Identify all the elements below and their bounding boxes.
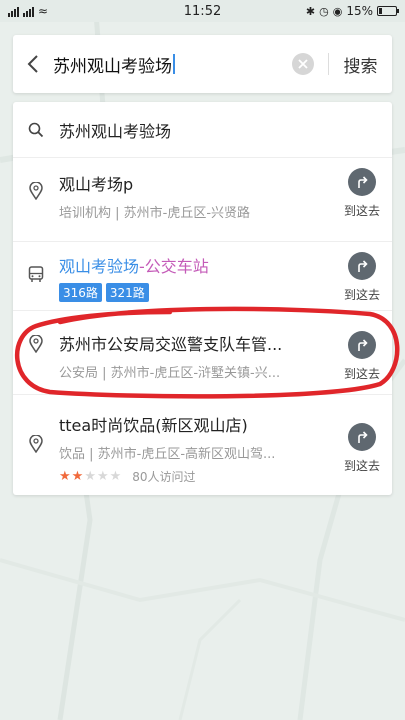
star-empty-icon: ★ — [96, 469, 109, 484]
location-pin-icon — [13, 395, 59, 495]
result-title: 观山考验场-公交车站 — [59, 253, 332, 277]
back-button[interactable] — [13, 35, 53, 93]
wifi-icon: ≈ — [38, 4, 49, 18]
signal-icon-2 — [23, 6, 34, 17]
go-here-label: 到这去 — [343, 288, 380, 302]
text-caret — [173, 54, 175, 74]
bus-stop-type: -公交车站 — [139, 257, 209, 276]
clear-button[interactable] — [292, 53, 314, 75]
navigate-icon — [348, 331, 376, 359]
status-right: ✱ ◷ ◉ 15% — [257, 4, 399, 18]
result-subtitle: 培训机构 | 苏州市-虎丘区-兴贤路 — [59, 206, 251, 221]
result-item[interactable]: 苏州市公安局交巡警支队车管... 公安局 | 苏州市-虎丘区-浒墅关镇-兴...… — [13, 311, 392, 395]
results-panel: 苏州观山考验场 观山考场p 培训机构 | 苏州市-虎丘区-兴贤路 到这去 观山考… — [13, 102, 392, 495]
status-bar: ≈ 11:52 ✱ ◷ ◉ 15% — [0, 0, 405, 22]
result-subtitle: 公安局 | 苏州市-虎丘区-浒墅关镇-兴... — [59, 366, 281, 381]
go-here-label: 到这去 — [343, 459, 380, 473]
navigate-icon — [348, 423, 376, 451]
result-item[interactable]: 观山考验场-公交车站 316路 321路 到这去 — [13, 242, 392, 311]
bus-stop-name: 观山考验场 — [59, 257, 140, 276]
result-subtitle: 饮品 | 苏州市-虎丘区-高新区观山驾... — [59, 447, 276, 462]
search-bar: 苏州观山考验场 搜索 — [13, 35, 392, 93]
result-title: 苏州市公安局交巡警支队车管... — [59, 335, 283, 354]
alarm-icon: ◷ — [319, 4, 329, 18]
go-here-button[interactable]: 到这去 — [332, 311, 392, 394]
location-pin-icon — [13, 158, 59, 241]
suggestion-row[interactable]: 苏州观山考验场 — [13, 102, 392, 158]
bus-lines: 316路 321路 — [59, 283, 332, 302]
battery-icon — [377, 6, 399, 16]
navigate-icon — [348, 252, 376, 280]
bus-line-tag[interactable]: 321路 — [105, 283, 149, 302]
star-filled-icon: ★ — [59, 469, 71, 484]
go-here-button[interactable]: 到这去 — [332, 158, 392, 241]
search-button[interactable]: 搜索 — [329, 52, 392, 77]
visit-count: 80人访问过 — [132, 470, 196, 484]
star-filled-icon: ★ — [71, 469, 84, 484]
search-icon — [13, 122, 59, 138]
search-query: 苏州观山考验场 — [53, 56, 172, 77]
status-time: 11:52 — [183, 3, 222, 19]
go-here-label: 到这去 — [343, 367, 380, 381]
rating-stars: ★★★★★ — [59, 469, 122, 484]
rating: ★★★★★ 80人访问过 — [59, 468, 332, 485]
star-empty-icon: ★ — [84, 469, 96, 484]
go-here-button[interactable]: 到这去 — [332, 242, 392, 310]
location-pin-icon — [13, 311, 59, 394]
bus-icon — [13, 242, 59, 310]
status-left: ≈ — [8, 4, 148, 18]
result-item[interactable]: ttea时尚饮品(新区观山店) 饮品 | 苏州市-虎丘区-高新区观山驾... ★… — [13, 395, 392, 495]
close-icon — [298, 59, 308, 69]
battery-text: 15% — [346, 4, 373, 18]
location-status-icon: ◉ — [332, 4, 343, 18]
go-here-button[interactable]: 到这去 — [332, 395, 392, 495]
result-item[interactable]: 观山考场p 培训机构 | 苏州市-虎丘区-兴贤路 到这去 — [13, 158, 392, 242]
result-title: ttea时尚饮品(新区观山店) — [59, 416, 248, 435]
star-empty-icon: ★ — [109, 469, 122, 484]
signal-icon — [8, 6, 19, 17]
result-title: 观山考场p — [59, 175, 134, 194]
search-input[interactable]: 苏州观山考验场 — [53, 52, 292, 77]
navigate-icon — [348, 168, 376, 196]
chevron-left-icon — [27, 55, 38, 73]
go-here-label: 到这去 — [343, 204, 380, 218]
bus-line-tag[interactable]: 316路 — [59, 283, 102, 302]
bluetooth-icon: ✱ — [305, 4, 316, 18]
suggestion-text: 苏州观山考验场 — [59, 121, 172, 141]
